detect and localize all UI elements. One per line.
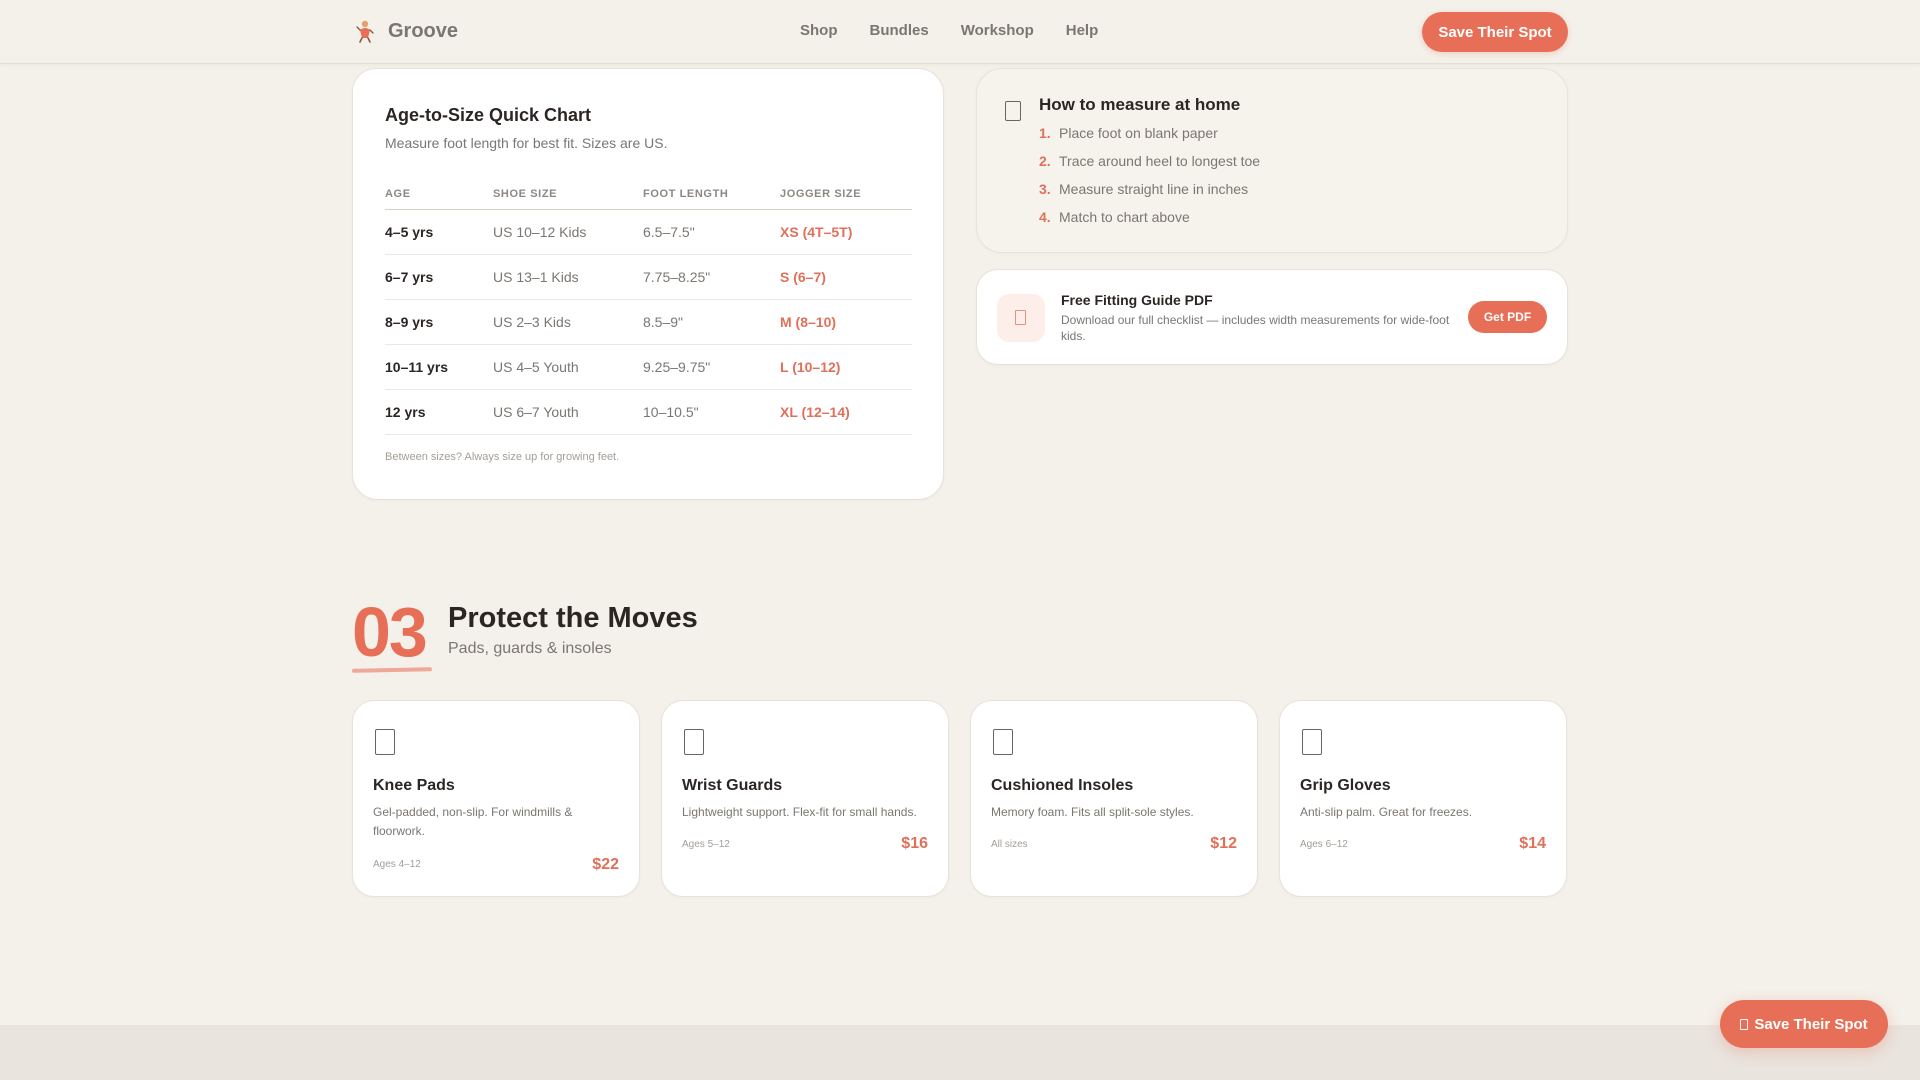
measure-steps: 1. Place foot on blank paper 2. Trace arou…	[1039, 125, 1260, 237]
table-header-row: AGE SHOE SIZE FOOT LENGTH JOGGER SIZE	[385, 179, 912, 210]
cell-foot: 10–10.5"	[643, 389, 780, 435]
col-shoe-size: SHOE SIZE	[493, 179, 643, 210]
product-name: Cushioned Insoles	[991, 777, 1134, 794]
product-price: $22	[592, 856, 619, 873]
product-name: Wrist Guards	[682, 777, 783, 794]
list-item: 3. Measure straight line in inches	[1039, 181, 1260, 209]
product-card-cushioned-insoles[interactable]: Cushioned Insoles Memory foam. Fits all …	[970, 700, 1258, 897]
get-pdf-button[interactable]: Get PDF	[1468, 301, 1547, 333]
nav-bundles[interactable]: Bundles	[870, 22, 929, 39]
section-number: 03	[352, 593, 428, 671]
cell-foot: 7.75–8.25"	[643, 254, 780, 300]
product-description: Memory foam. Fits all split-sole styles.	[991, 805, 1194, 819]
ticket-icon	[1740, 1018, 1749, 1030]
logo[interactable]: Groove	[352, 18, 458, 44]
save-spot-button[interactable]: Save Their Spot	[1422, 12, 1568, 52]
site-header: Groove Shop Bundles Workshop Help Save T…	[0, 0, 1920, 64]
cell-foot: 8.5–9"	[643, 299, 780, 345]
col-foot-length: FOOT LENGTH	[643, 179, 780, 210]
product-ages: All sizes	[991, 839, 1028, 850]
wrist-guard-icon	[684, 729, 704, 755]
pdf-description: Download our full checklist — includes w…	[1061, 313, 1450, 343]
list-item: 1. Place foot on blank paper	[1039, 125, 1260, 153]
dancer-logo-icon	[352, 18, 378, 44]
step-text: Trace around heel to longest toe	[1059, 153, 1261, 169]
cell-shoe: US 2–3 Kids	[493, 299, 643, 345]
pdf-guide-card: Free Fitting Guide PDF Download our full…	[976, 269, 1568, 365]
col-age: AGE	[385, 179, 493, 210]
product-description: Lightweight support. Flex-fit for small …	[682, 805, 917, 819]
list-item: 2. Trace around heel to longest toe	[1039, 153, 1260, 181]
cell-age: 6–7 yrs	[385, 254, 493, 300]
cell-jogger: XS (4T–5T)	[780, 209, 912, 255]
list-item: 4. Match to chart above	[1039, 209, 1260, 237]
cell-jogger: M (8–10)	[780, 299, 912, 345]
product-name: Knee Pads	[373, 777, 455, 794]
section-underline	[351, 667, 433, 673]
floating-save-spot-button[interactable]: Save Their Spot	[1720, 1000, 1888, 1048]
document-icon	[1015, 310, 1026, 325]
cell-jogger: S (6–7)	[780, 254, 912, 300]
size-chart-title: Age-to-Size Quick Chart	[385, 105, 592, 125]
cell-shoe: US 6–7 Youth	[493, 389, 643, 435]
product-card-wrist-guards[interactable]: Wrist Guards Lightweight support. Flex-f…	[661, 700, 949, 897]
size-chart-card: Age-to-Size Quick Chart Measure foot len…	[352, 68, 944, 500]
table-row: 10–11 yrs US 4–5 Youth 9.25–9.75" L (10–…	[385, 344, 912, 390]
size-table: AGE SHOE SIZE FOOT LENGTH JOGGER SIZE 4–…	[385, 179, 912, 435]
cell-foot: 9.25–9.75"	[643, 344, 780, 390]
cell-age: 4–5 yrs	[385, 209, 493, 255]
product-ages: Ages 5–12	[682, 839, 730, 850]
step-number: 2.	[1039, 153, 1051, 169]
col-jogger-size: JOGGER SIZE	[780, 179, 912, 210]
logo-text: Groove	[388, 19, 459, 42]
product-price: $16	[901, 835, 928, 852]
product-description: Anti-slip palm. Great for freezes.	[1300, 805, 1473, 819]
knee-pad-icon	[375, 729, 395, 755]
step-number: 4.	[1039, 209, 1051, 225]
cell-shoe: US 4–5 Youth	[493, 344, 643, 390]
pdf-icon-box	[997, 294, 1045, 342]
product-card-knee-pads[interactable]: Knee Pads Gel-padded, non-slip. For wind…	[352, 700, 640, 897]
nav-workshop[interactable]: Workshop	[961, 22, 1034, 39]
cell-jogger: L (10–12)	[780, 344, 912, 390]
product-ages: Ages 4–12	[373, 859, 421, 870]
footer-band	[0, 1025, 1920, 1080]
section-title: Protect the Moves	[448, 602, 698, 634]
product-name: Grip Gloves	[1300, 777, 1391, 794]
cell-shoe: US 13–1 Kids	[493, 254, 643, 300]
cell-shoe: US 10–12 Kids	[493, 209, 643, 255]
main-nav: Shop Bundles Workshop Help	[800, 22, 1098, 39]
measure-title: How to measure at home	[1039, 95, 1241, 114]
cell-age: 12 yrs	[385, 389, 493, 435]
nav-help[interactable]: Help	[1066, 22, 1099, 39]
step-text: Match to chart above	[1059, 209, 1190, 225]
table-row: 8–9 yrs US 2–3 Kids 8.5–9" M (8–10)	[385, 299, 912, 345]
product-description: Gel-padded, non-slip. For windmills & fl…	[373, 805, 573, 838]
cell-foot: 6.5–7.5"	[643, 209, 780, 255]
measure-card: How to measure at home 1. Place foot on b…	[976, 68, 1568, 253]
glove-icon	[1302, 729, 1322, 755]
product-price: $12	[1210, 835, 1237, 852]
table-row: 12 yrs US 6–7 Youth 10–10.5" XL (12–14)	[385, 389, 912, 435]
size-chart-subtitle: Measure foot length for best fit. Sizes …	[385, 135, 668, 151]
size-chart-note: Between sizes? Always size up for growin…	[385, 451, 620, 463]
nav-shop[interactable]: Shop	[800, 22, 838, 39]
cell-jogger: XL (12–14)	[780, 389, 912, 435]
pdf-title: Free Fitting Guide PDF	[1061, 292, 1213, 308]
table-row: 4–5 yrs US 10–12 Kids 6.5–7.5" XS (4T–5T…	[385, 209, 912, 255]
step-number: 3.	[1039, 181, 1051, 197]
step-text: Measure straight line in inches	[1059, 181, 1249, 197]
floating-cta-label: Save Their Spot	[1754, 1015, 1868, 1033]
product-ages: Ages 6–12	[1300, 839, 1348, 850]
product-card-grip-gloves[interactable]: Grip Gloves Anti-slip palm. Great for fr…	[1279, 700, 1567, 897]
table-row: 6–7 yrs US 13–1 Kids 7.75–8.25" S (6–7)	[385, 254, 912, 300]
step-number: 1.	[1039, 125, 1051, 141]
ruler-icon	[1005, 101, 1021, 121]
cell-age: 10–11 yrs	[385, 344, 493, 390]
step-text: Place foot on blank paper	[1059, 125, 1218, 141]
insole-icon	[993, 729, 1013, 755]
cell-age: 8–9 yrs	[385, 299, 493, 345]
product-price: $14	[1519, 835, 1546, 852]
section-subtitle: Pads, guards & insoles	[448, 640, 612, 657]
